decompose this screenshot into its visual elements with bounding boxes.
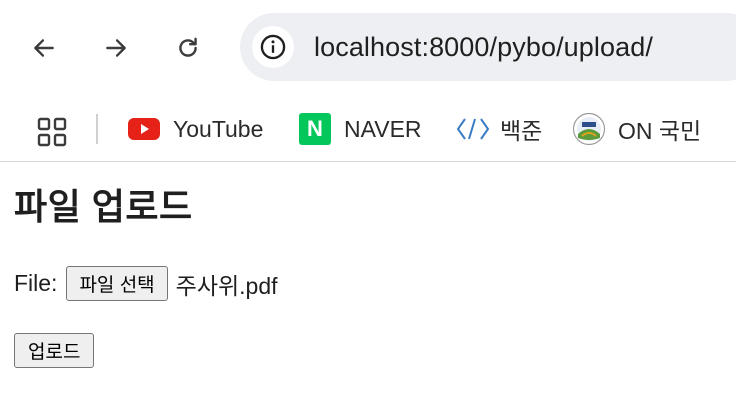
youtube-icon [128, 118, 160, 140]
bookmark-label: YouTube [173, 115, 264, 142]
bookmark-on-kookmin[interactable]: ON 국민 [572, 111, 701, 147]
address-bar[interactable]: localhost:8000/pybo/upload/ [240, 13, 736, 81]
bookmark-baekjoon[interactable]: 백준 [456, 111, 542, 147]
bookmark-label: 백준 [500, 118, 543, 144]
bookmarks-bar: YouTube N NAVER 백준 ON 국민 [0, 97, 736, 162]
code-brackets-icon [456, 118, 490, 140]
reload-button[interactable] [168, 28, 208, 68]
site-info-button[interactable] [252, 26, 294, 68]
bookmark-naver[interactable]: N NAVER [299, 111, 422, 147]
browser-toolbar: localhost:8000/pybo/upload/ [0, 0, 736, 97]
arrow-left-icon [34, 39, 54, 57]
bookmark-label: NAVER [344, 115, 422, 142]
url-text[interactable]: localhost:8000/pybo/upload/ [314, 32, 653, 63]
choose-file-button[interactable]: 파일 선택 [66, 266, 168, 301]
file-upload-row: File: 파일 선택 주사위.pdf [14, 266, 278, 301]
bookmark-label: ON 국민 [618, 118, 702, 144]
arrow-right-icon [106, 39, 126, 57]
file-label: File: [14, 270, 58, 296]
back-button[interactable] [24, 28, 64, 68]
kmu-logo-icon [572, 112, 606, 146]
selected-file-name: 주사위.pdf [175, 272, 278, 299]
info-icon [260, 34, 286, 60]
bookmarks-divider [96, 114, 98, 144]
upload-button[interactable]: 업로드 [14, 333, 95, 368]
naver-glyph: N [307, 116, 323, 141]
reload-icon [179, 37, 197, 57]
forward-button[interactable] [96, 28, 136, 68]
page-title: 파일 업로드 [14, 186, 193, 227]
naver-icon: N [299, 113, 331, 145]
bookmark-youtube[interactable]: YouTube [127, 111, 263, 147]
apps-grid-icon[interactable] [36, 116, 68, 148]
